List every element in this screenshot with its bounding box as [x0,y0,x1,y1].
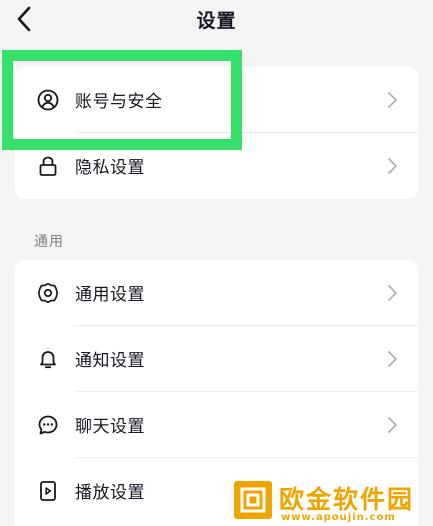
settings-item-notifications[interactable]: 通知设置 [15,326,418,392]
section-title-general: 通用 [34,234,64,250]
watermark: 欧金软件园 www.apoujin.com [233,478,433,526]
watermark-logo-icon [234,481,272,519]
account-settings-card: 账号与安全 隐私设置 [15,67,418,199]
settings-page: 设置 账号与安全 隐私设置 通用 通用设置 通知设置 聊天设置 播放设置 欧金软… [0,0,433,526]
chevron-right-icon [388,351,397,367]
nav-bar: 设置 [0,0,433,38]
watermark-url: www.apoujin.com [281,512,396,523]
settings-item-general[interactable]: 通用设置 [15,260,418,326]
settings-item-label: 播放设置 [75,483,145,503]
chevron-right-icon [388,417,397,433]
settings-item-chat[interactable]: 聊天设置 [15,392,418,458]
chat-bubble-icon [38,415,58,435]
chevron-right-icon [388,158,397,174]
bell-icon [40,351,56,369]
user-circle-icon [37,89,59,111]
settings-item-label: 通知设置 [75,351,145,371]
lock-icon [39,156,57,176]
settings-item-label: 隐私设置 [75,158,145,178]
settings-item-label: 账号与安全 [75,92,163,112]
settings-item-label: 聊天设置 [75,417,145,437]
settings-item-label: 通用设置 [75,285,145,305]
settings-item-account-security[interactable]: 账号与安全 [15,67,418,133]
settings-item-privacy[interactable]: 隐私设置 [15,133,418,199]
chevron-right-icon [388,92,397,108]
play-device-icon [40,481,56,501]
page-title: 设置 [196,10,237,32]
gear-icon [37,282,59,304]
watermark-name: 欧金软件园 [279,485,415,514]
chevron-right-icon [388,285,397,301]
